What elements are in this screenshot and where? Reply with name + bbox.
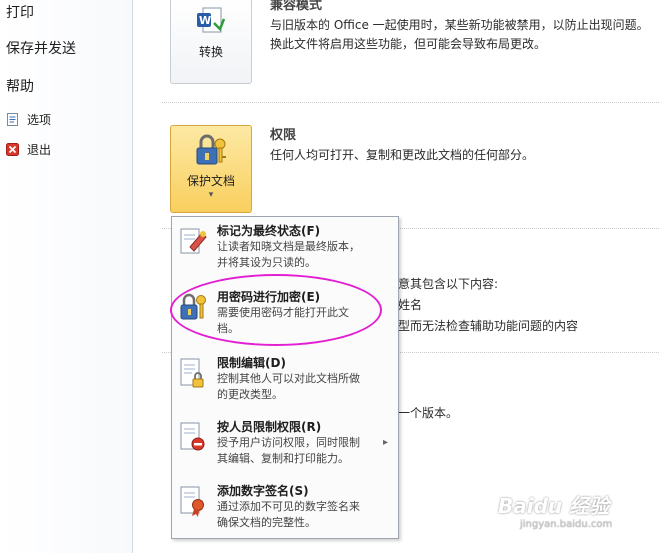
menu-item-encrypt-password[interactable]: 用密码进行加密(E) 需要使用密码才能打开此文 档。 — [172, 285, 398, 345]
baidu-watermark: Baidu 经验 jingyan.baidu.com — [498, 490, 612, 530]
menu-item-restrict-editing[interactable]: 限制编辑(D) 控制其他人可以对此文档所做 的更改类型。 — [172, 351, 398, 411]
nav-exit[interactable]: 退出 — [6, 141, 51, 158]
watermark-url: jingyan.baidu.com — [520, 519, 613, 530]
menu-item-desc: 授予用户访问权限，同时限制 其编辑、复制和打印能力。 — [217, 436, 360, 465]
menu-item-desc: 通过添加不可见的数字签名来 确保文档的完整性。 — [217, 500, 360, 529]
restrict-permission-icon — [178, 421, 208, 453]
convert-button-label: 转换 — [198, 45, 223, 59]
versions-line1: 一个版本。 — [398, 406, 459, 420]
menu-item-desc: 让读者知晓文档是最终版本， 并将其设为只读的。 — [217, 240, 360, 269]
menu-item-title: 添加数字签名(S) — [217, 484, 309, 498]
compat-desc-line2: 换此文件将启用这些功能，但可能会导致布局更改。 — [270, 37, 547, 51]
menu-item-mark-final[interactable]: 标记为最终状态(F) 让读者知晓文档是最终版本， 并将其设为只读的。 — [172, 219, 398, 279]
nav-help[interactable]: 帮助 — [6, 76, 34, 96]
convert-button[interactable]: W 转换 — [170, 0, 252, 84]
protect-document-menu: 标记为最终状态(F) 让读者知晓文档是最终版本， 并将其设为只读的。 用密码进行… — [171, 216, 399, 539]
mark-final-icon — [178, 225, 208, 257]
nav-save-send[interactable]: 保存并发送 — [6, 38, 76, 58]
exit-icon — [6, 143, 19, 156]
chevron-down-icon: ▾ — [208, 190, 214, 200]
permissions-title: 权限 — [270, 128, 297, 143]
options-icon — [6, 113, 19, 126]
menu-item-title: 用密码进行加密(E) — [217, 290, 321, 304]
nav-print[interactable]: 打印 — [6, 2, 34, 22]
compat-title: 兼容模式 — [270, 0, 323, 13]
section-divider — [162, 102, 659, 103]
submenu-arrow-icon: ▸ — [382, 437, 388, 448]
protect-document-label: 保护文档 — [186, 174, 235, 188]
compat-desc-line1: 与旧版本的 Office 一起使用时，某些新功能被禁用，以防止出现问题。 — [270, 18, 649, 32]
prepare-line2: 姓名 — [398, 298, 423, 312]
backstage-sidebar: 打印 保存并发送 帮助 选项 退出 — [0, 0, 133, 553]
word-convert-icon: W — [195, 7, 227, 39]
svg-text:W: W — [199, 14, 211, 27]
menu-item-title: 限制编辑(D) — [217, 356, 286, 370]
digital-signature-icon — [178, 485, 208, 517]
nav-options-label: 选项 — [27, 113, 52, 127]
restrict-edit-icon — [178, 357, 208, 389]
menu-item-desc: 需要使用密码才能打开此文 档。 — [217, 306, 349, 335]
menu-item-digital-signature[interactable]: 添加数字签名(S) 通过添加不可见的数字签名来 确保文档的完整性。 — [172, 479, 398, 539]
protect-document-button[interactable]: 保护文档 ▾ — [170, 125, 252, 213]
prepare-line1: 意其包含以下内容: — [398, 277, 499, 291]
prepare-line3: 型而无法检查辅助功能问题的内容 — [398, 319, 579, 333]
lock-key-icon — [193, 134, 229, 172]
watermark-brand: Baidu 经验 — [498, 494, 610, 518]
menu-item-title: 按人员限制权限(R) — [217, 420, 322, 434]
nav-options[interactable]: 选项 — [6, 111, 51, 128]
key-lock-icon — [178, 291, 208, 323]
menu-item-desc: 控制其他人可以对此文档所做 的更改类型。 — [217, 372, 360, 401]
menu-item-title: 标记为最终状态(F) — [217, 224, 321, 238]
menu-item-restrict-permission[interactable]: 按人员限制权限(R) 授予用户访问权限，同时限制 其编辑、复制和打印能力。 ▸ — [172, 415, 398, 475]
permissions-desc: 任何人均可打开、复制和更改此文档的任何部分。 — [270, 148, 535, 162]
nav-exit-label: 退出 — [27, 143, 52, 157]
